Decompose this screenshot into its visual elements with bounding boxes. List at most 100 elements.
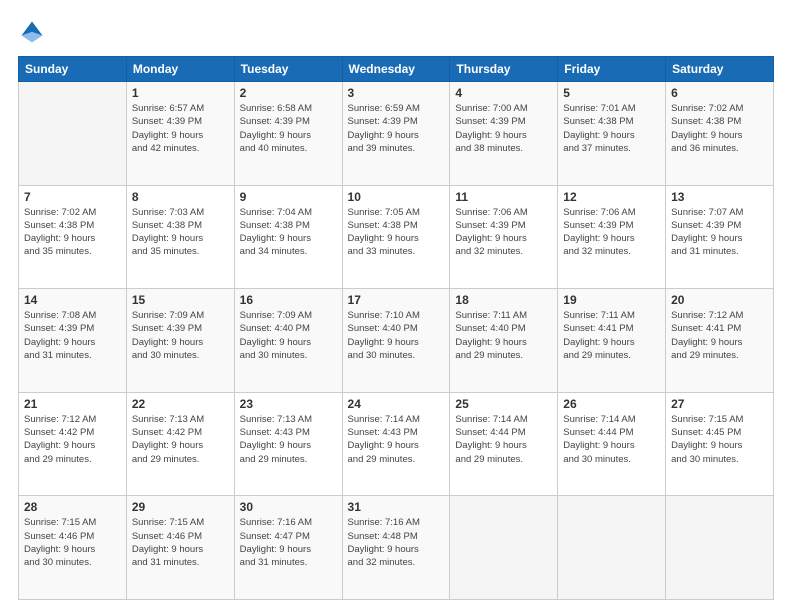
day-number: 21	[24, 397, 121, 411]
day-number: 1	[132, 86, 229, 100]
day-info: Sunrise: 7:06 AMSunset: 4:39 PMDaylight:…	[563, 206, 660, 259]
day-cell: 20Sunrise: 7:12 AMSunset: 4:41 PMDayligh…	[666, 289, 774, 393]
day-number: 30	[240, 500, 337, 514]
day-cell: 29 Sunrise: 7:15 AMSunset: 4:46 PMDayligh…	[126, 496, 234, 600]
day-info: Sunrise: 7:05 AMSunset: 4:38 PMDaylight:…	[348, 206, 445, 259]
weekday-header-tuesday: Tuesday	[234, 57, 342, 82]
day-number: 9	[240, 190, 337, 204]
day-cell: 14Sunrise: 7:08 AMSunset: 4:39 PMDayligh…	[19, 289, 127, 393]
day-info: Sunrise: 7:14 AMSunset: 4:44 PMDaylight:…	[563, 413, 660, 466]
day-info: Sunrise: 7:11 AMSunset: 4:41 PMDaylight:…	[563, 309, 660, 362]
day-cell: 31 Sunrise: 7:16 AMSunset: 4:48 PMDayligh…	[342, 496, 450, 600]
weekday-header-row: SundayMondayTuesdayWednesdayThursdayFrid…	[19, 57, 774, 82]
week-row-4: 21 Sunrise: 7:12 AMSunset: 4:42 PMDayligh…	[19, 392, 774, 496]
day-number: 5	[563, 86, 660, 100]
week-row-3: 14Sunrise: 7:08 AMSunset: 4:39 PMDayligh…	[19, 289, 774, 393]
day-info: Sunrise: 6:59 AMSunset: 4:39 PMDaylight:…	[348, 102, 445, 155]
day-cell: 22 Sunrise: 7:13 AMSunset: 4:42 PMDayligh…	[126, 392, 234, 496]
day-number: 27	[671, 397, 768, 411]
day-info: Sunrise: 6:58 AMSunset: 4:39 PMDaylight:…	[240, 102, 337, 155]
day-info: Sunrise: 7:06 AMSunset: 4:39 PMDaylight:…	[455, 206, 552, 259]
day-cell: 10 Sunrise: 7:05 AMSunset: 4:38 PMDayligh…	[342, 185, 450, 289]
weekday-header-wednesday: Wednesday	[342, 57, 450, 82]
day-number: 15	[132, 293, 229, 307]
day-info: Sunrise: 7:10 AMSunset: 4:40 PMDaylight:…	[348, 309, 445, 362]
day-cell	[19, 82, 127, 186]
day-number: 25	[455, 397, 552, 411]
day-cell	[450, 496, 558, 600]
weekday-header-thursday: Thursday	[450, 57, 558, 82]
day-cell: 30 Sunrise: 7:16 AMSunset: 4:47 PMDayligh…	[234, 496, 342, 600]
week-row-1: 1 Sunrise: 6:57 AMSunset: 4:39 PMDaylight…	[19, 82, 774, 186]
day-info: Sunrise: 7:13 AMSunset: 4:42 PMDaylight:…	[132, 413, 229, 466]
logo-icon	[18, 18, 46, 46]
day-info: Sunrise: 6:57 AMSunset: 4:39 PMDaylight:…	[132, 102, 229, 155]
day-info: Sunrise: 7:15 AMSunset: 4:46 PMDaylight:…	[132, 516, 229, 569]
day-number: 11	[455, 190, 552, 204]
day-cell: 8 Sunrise: 7:03 AMSunset: 4:38 PMDaylight…	[126, 185, 234, 289]
weekday-header-friday: Friday	[558, 57, 666, 82]
week-row-2: 7Sunrise: 7:02 AMSunset: 4:38 PMDaylight…	[19, 185, 774, 289]
day-number: 6	[671, 86, 768, 100]
day-cell: 25 Sunrise: 7:14 AMSunset: 4:44 PMDayligh…	[450, 392, 558, 496]
day-cell: 18Sunrise: 7:11 AMSunset: 4:40 PMDayligh…	[450, 289, 558, 393]
day-cell: 13Sunrise: 7:07 AMSunset: 4:39 PMDayligh…	[666, 185, 774, 289]
day-info: Sunrise: 7:03 AMSunset: 4:38 PMDaylight:…	[132, 206, 229, 259]
day-info: Sunrise: 7:16 AMSunset: 4:47 PMDaylight:…	[240, 516, 337, 569]
day-number: 31	[348, 500, 445, 514]
day-info: Sunrise: 7:02 AMSunset: 4:38 PMDaylight:…	[671, 102, 768, 155]
day-cell: 23 Sunrise: 7:13 AMSunset: 4:43 PMDayligh…	[234, 392, 342, 496]
day-number: 17	[348, 293, 445, 307]
day-info: Sunrise: 7:00 AMSunset: 4:39 PMDaylight:…	[455, 102, 552, 155]
day-info: Sunrise: 7:09 AMSunset: 4:40 PMDaylight:…	[240, 309, 337, 362]
weekday-header-saturday: Saturday	[666, 57, 774, 82]
day-number: 8	[132, 190, 229, 204]
day-cell: 2 Sunrise: 6:58 AMSunset: 4:39 PMDaylight…	[234, 82, 342, 186]
day-number: 3	[348, 86, 445, 100]
day-number: 24	[348, 397, 445, 411]
day-info: Sunrise: 7:01 AMSunset: 4:38 PMDaylight:…	[563, 102, 660, 155]
day-info: Sunrise: 7:16 AMSunset: 4:48 PMDaylight:…	[348, 516, 445, 569]
logo	[18, 18, 50, 46]
day-cell: 16 Sunrise: 7:09 AMSunset: 4:40 PMDayligh…	[234, 289, 342, 393]
day-cell	[558, 496, 666, 600]
day-info: Sunrise: 7:12 AMSunset: 4:42 PMDaylight:…	[24, 413, 121, 466]
day-number: 20	[671, 293, 768, 307]
day-info: Sunrise: 7:02 AMSunset: 4:38 PMDaylight:…	[24, 206, 121, 259]
day-cell: 4 Sunrise: 7:00 AMSunset: 4:39 PMDaylight…	[450, 82, 558, 186]
day-number: 26	[563, 397, 660, 411]
weekday-header-monday: Monday	[126, 57, 234, 82]
day-cell: 26 Sunrise: 7:14 AMSunset: 4:44 PMDayligh…	[558, 392, 666, 496]
day-number: 22	[132, 397, 229, 411]
day-number: 2	[240, 86, 337, 100]
day-cell: 28Sunrise: 7:15 AMSunset: 4:46 PMDayligh…	[19, 496, 127, 600]
day-cell: 11 Sunrise: 7:06 AMSunset: 4:39 PMDayligh…	[450, 185, 558, 289]
day-number: 23	[240, 397, 337, 411]
day-number: 16	[240, 293, 337, 307]
day-cell: 5 Sunrise: 7:01 AMSunset: 4:38 PMDaylight…	[558, 82, 666, 186]
day-cell: 6 Sunrise: 7:02 AMSunset: 4:38 PMDaylight…	[666, 82, 774, 186]
week-row-5: 28Sunrise: 7:15 AMSunset: 4:46 PMDayligh…	[19, 496, 774, 600]
calendar-table: SundayMondayTuesdayWednesdayThursdayFrid…	[18, 56, 774, 600]
day-cell: 3 Sunrise: 6:59 AMSunset: 4:39 PMDaylight…	[342, 82, 450, 186]
day-cell: 12 Sunrise: 7:06 AMSunset: 4:39 PMDayligh…	[558, 185, 666, 289]
day-info: Sunrise: 7:14 AMSunset: 4:43 PMDaylight:…	[348, 413, 445, 466]
day-info: Sunrise: 7:09 AMSunset: 4:39 PMDaylight:…	[132, 309, 229, 362]
day-cell: 17 Sunrise: 7:10 AMSunset: 4:40 PMDayligh…	[342, 289, 450, 393]
day-cell: 15 Sunrise: 7:09 AMSunset: 4:39 PMDayligh…	[126, 289, 234, 393]
day-info: Sunrise: 7:15 AMSunset: 4:46 PMDaylight:…	[24, 516, 121, 569]
day-info: Sunrise: 7:11 AMSunset: 4:40 PMDaylight:…	[455, 309, 552, 362]
day-cell: 27 Sunrise: 7:15 AMSunset: 4:45 PMDayligh…	[666, 392, 774, 496]
day-number: 10	[348, 190, 445, 204]
page: SundayMondayTuesdayWednesdayThursdayFrid…	[0, 0, 792, 612]
header	[18, 18, 774, 46]
day-number: 29	[132, 500, 229, 514]
day-info: Sunrise: 7:07 AMSunset: 4:39 PMDaylight:…	[671, 206, 768, 259]
day-number: 4	[455, 86, 552, 100]
day-info: Sunrise: 7:08 AMSunset: 4:39 PMDaylight:…	[24, 309, 121, 362]
day-cell: 24 Sunrise: 7:14 AMSunset: 4:43 PMDayligh…	[342, 392, 450, 496]
day-info: Sunrise: 7:15 AMSunset: 4:45 PMDaylight:…	[671, 413, 768, 466]
day-info: Sunrise: 7:14 AMSunset: 4:44 PMDaylight:…	[455, 413, 552, 466]
day-number: 12	[563, 190, 660, 204]
day-info: Sunrise: 7:13 AMSunset: 4:43 PMDaylight:…	[240, 413, 337, 466]
